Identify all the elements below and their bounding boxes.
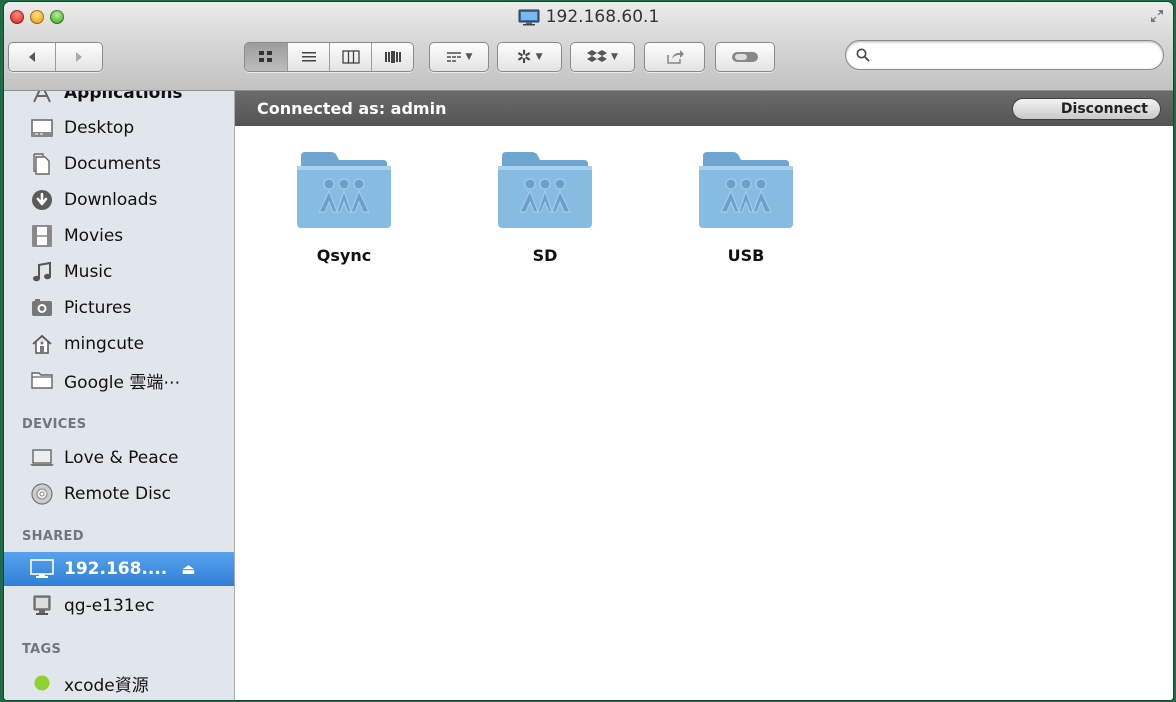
desktop-icon	[30, 116, 54, 140]
sidebar-item-label: Music	[64, 262, 113, 282]
sidebar-item-desktop[interactable]: Desktop	[4, 111, 234, 145]
folder-name: SD	[532, 246, 558, 265]
shared-folder-qsync[interactable]: Qsync	[284, 150, 404, 265]
sidebar-item-music[interactable]: Music	[4, 255, 234, 289]
folder-name: USB	[727, 246, 765, 265]
folder-icon	[30, 368, 54, 392]
finder-window: 192.168.60.1 ▼ ✲ ▼ ▼ Applications Deskto…	[4, 2, 1173, 700]
shared-header: SHARED	[22, 529, 84, 544]
cover-flow-icon	[384, 51, 401, 63]
sidebar-item-tag-xcode[interactable]: xcode資源	[4, 666, 234, 700]
monitor-icon	[518, 9, 540, 25]
chevron-down-icon: ▼	[611, 52, 618, 62]
sidebar-item-google-drive[interactable]: Google 雲端⋯	[4, 363, 234, 397]
fullscreen-icon[interactable]	[1149, 8, 1165, 24]
sidebar-item-qg-e131ec[interactable]: qg-e131ec	[4, 589, 234, 623]
eject-icon[interactable]: ⏏	[181, 560, 195, 578]
list-view-button[interactable]	[288, 43, 330, 71]
search-icon	[856, 48, 870, 62]
connected-as-label: Connected as: admin	[257, 99, 447, 118]
documents-icon	[30, 152, 54, 176]
window-title-area: 192.168.60.1	[4, 7, 1173, 27]
back-forward-control	[8, 42, 103, 72]
connection-bar: Connected as: admin Disconnect	[235, 91, 1173, 126]
back-arrow-icon	[29, 52, 35, 62]
share-button[interactable]	[644, 42, 705, 72]
disc-icon	[30, 482, 54, 506]
tags-header: TAGS	[22, 642, 62, 657]
sidebar-item-label: 192.168....	[64, 559, 168, 579]
list-icon	[301, 52, 316, 62]
sidebar-item-label: Applications	[64, 91, 183, 103]
shared-folder-usb[interactable]: USB	[686, 150, 806, 265]
sidebar-item-downloads[interactable]: Downloads	[4, 183, 234, 217]
dropbox-button[interactable]: ▼	[570, 42, 635, 72]
file-browser: Qsync SD USB	[235, 126, 1173, 700]
downloads-icon	[30, 188, 54, 212]
sidebar-item-192-168-60-1[interactable]: 192.168.... ⏏	[4, 552, 234, 586]
column-view-button[interactable]	[330, 43, 372, 71]
tag-color-dot-icon	[30, 671, 54, 695]
window-title: 192.168.60.1	[545, 7, 660, 27]
share-icon	[666, 50, 684, 64]
home-icon	[30, 332, 54, 356]
arrange-button[interactable]: ▼	[429, 42, 489, 72]
search-field[interactable]	[845, 40, 1164, 70]
sidebar-item-label: Movies	[64, 226, 124, 246]
sidebar-item-love-and-peace[interactable]: Love & Peace	[4, 441, 234, 475]
sidebar-item-label: Desktop	[64, 118, 135, 138]
back-button[interactable]	[9, 43, 56, 71]
sidebar: Applications Desktop Documents Downloads…	[4, 91, 235, 700]
laptop-icon	[30, 446, 54, 470]
sidebar-item-applications[interactable]: Applications	[4, 91, 234, 110]
search-input[interactable]	[876, 46, 1140, 64]
chevron-down-icon: ▼	[535, 52, 543, 62]
gear-icon: ✲	[516, 46, 532, 68]
devices-header: DEVICES	[22, 417, 87, 432]
sidebar-item-label: Love & Peace	[64, 448, 179, 468]
sidebar-item-label: Documents	[64, 154, 161, 174]
tag-icon	[732, 52, 758, 62]
forward-arrow-icon	[76, 52, 82, 62]
applications-icon	[30, 91, 54, 105]
sidebar-item-label: qg-e131ec	[64, 596, 155, 616]
arrange-icon	[446, 52, 461, 62]
cover-flow-button[interactable]	[372, 43, 413, 71]
shared-folder-icon	[699, 152, 793, 228]
server-icon	[30, 594, 54, 618]
sidebar-item-label: xcode資源	[64, 675, 149, 696]
disconnect-button[interactable]: Disconnect	[1012, 98, 1161, 120]
sidebar-item-label: Downloads	[64, 190, 158, 210]
sidebar-item-mingcute[interactable]: mingcute	[4, 327, 234, 361]
sidebar-item-label: mingcute	[64, 334, 145, 354]
sidebar-item-documents[interactable]: Documents	[4, 147, 234, 181]
grid-icon	[259, 51, 272, 62]
columns-icon	[341, 50, 360, 64]
sidebar-item-label: Google 雲端⋯	[64, 372, 181, 393]
folder-name: Qsync	[316, 246, 372, 265]
toolbar: 192.168.60.1 ▼ ✲ ▼ ▼	[4, 2, 1173, 91]
shared-folder-icon	[498, 152, 592, 228]
sidebar-item-movies[interactable]: Movies	[4, 219, 234, 253]
sidebar-item-remote-disc[interactable]: Remote Disc	[4, 477, 234, 511]
movies-icon	[30, 224, 54, 248]
music-icon	[30, 260, 54, 284]
monitor-icon	[30, 557, 54, 581]
forward-button[interactable]	[56, 43, 102, 71]
sidebar-item-label: Remote Disc	[64, 484, 172, 504]
tags-button[interactable]	[715, 42, 775, 72]
chevron-down-icon: ▼	[465, 52, 473, 62]
view-mode-control	[244, 42, 414, 72]
dropbox-icon	[587, 50, 608, 62]
pictures-icon	[30, 296, 54, 320]
sidebar-item-label: Pictures	[64, 298, 132, 318]
icon-view-button[interactable]	[245, 43, 288, 71]
shared-folder-icon	[297, 152, 391, 228]
action-button[interactable]: ✲ ▼	[497, 42, 562, 72]
sidebar-item-pictures[interactable]: Pictures	[4, 291, 234, 325]
shared-folder-sd[interactable]: SD	[485, 150, 605, 265]
